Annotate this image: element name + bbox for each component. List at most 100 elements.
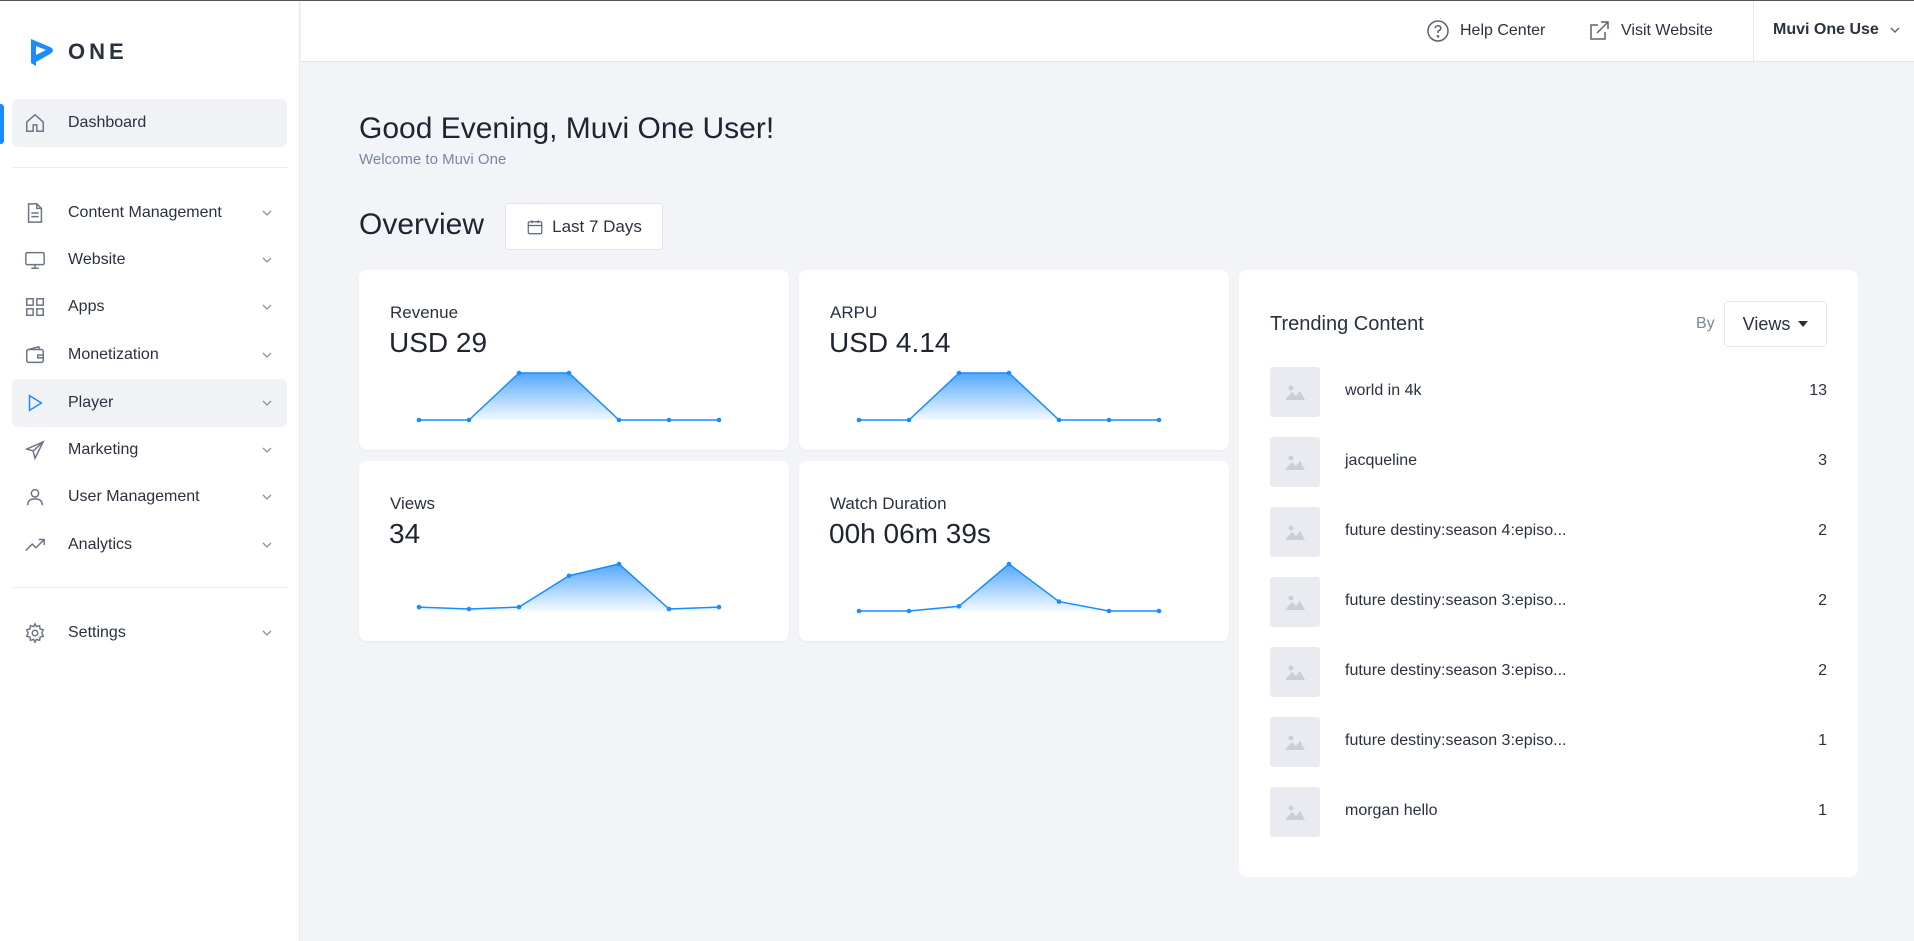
logo-mark-icon (31, 39, 53, 66)
help-center-link[interactable]: Help Center (1426, 19, 1545, 43)
sparkline-area (859, 564, 1159, 611)
sparkline-point (906, 417, 912, 423)
trending-item[interactable]: future destiny:season 3:episo... 2 (1270, 647, 1827, 697)
sparkline-point (1156, 417, 1162, 423)
sort-select[interactable]: Views (1724, 301, 1827, 347)
trending-item-name: future destiny:season 3:episo... (1345, 732, 1567, 749)
sidebar-item-marketing[interactable]: Marketing (12, 426, 287, 474)
active-indicator (0, 104, 4, 144)
sidebar-item-label: Settings (68, 624, 126, 641)
chevron-down-icon (262, 304, 272, 310)
sidebar-item-analytics[interactable]: Analytics (12, 521, 287, 569)
card-value: 00h 06m 39s (829, 518, 991, 549)
views-sparkline (416, 561, 722, 612)
sidebar-item-label: User Management (68, 488, 200, 505)
revenue-sparkline (416, 370, 722, 423)
welcome-subtitle: Welcome to Muvi One (359, 151, 507, 168)
sidebar-item-apps[interactable]: Apps (12, 283, 287, 331)
card-value: USD 29 (389, 327, 488, 358)
trending-item[interactable]: world in 4k 13 (1270, 367, 1827, 417)
brand-logo[interactable]: ONE (28, 35, 128, 69)
chevron-down-icon (262, 494, 272, 500)
watch-duration-card: Watch Duration 00h 06m 39s (799, 461, 1229, 641)
caret-down-icon (1798, 321, 1809, 327)
image-placeholder-icon (1285, 665, 1305, 680)
sparkline-point (1156, 608, 1162, 614)
user-menu[interactable]: Muvi One Use (1773, 21, 1901, 39)
gear-icon (25, 622, 45, 644)
sparkline-point (1006, 561, 1012, 567)
card-value: USD 4.14 (829, 327, 951, 358)
date-range-label: Last 7 Days (552, 216, 642, 236)
views-card: Views 34 (359, 461, 789, 641)
chevron-down-icon (262, 630, 272, 636)
trending-item-count: 1 (1818, 802, 1827, 819)
sidebar-item-user-management[interactable]: User Management (12, 473, 287, 521)
sparkline-point (466, 417, 472, 423)
sparkline-point (466, 606, 472, 612)
sparkline-point (716, 417, 722, 423)
trending-item-count: 2 (1818, 592, 1827, 609)
sidebar-item-player[interactable]: Player (12, 379, 287, 427)
date-range-button[interactable]: Last 7 Days (505, 203, 663, 250)
trending-item-name: future destiny:season 3:episo... (1345, 662, 1567, 679)
sidebar-item-settings[interactable]: Settings (12, 609, 287, 657)
visit-website-link[interactable]: Visit Website (1587, 19, 1713, 43)
trending-item[interactable]: jacqueline 3 (1270, 437, 1827, 487)
play-icon (28, 394, 43, 412)
trending-item-count: 2 (1818, 522, 1827, 539)
chevron-down-icon (262, 542, 272, 548)
trending-item[interactable]: future destiny:season 4:episo... 2 (1270, 507, 1827, 557)
trending-item-name: world in 4k (1345, 382, 1422, 399)
image-placeholder-icon (1285, 805, 1305, 820)
chevron-down-icon (262, 210, 272, 216)
watch-duration-sparkline (856, 561, 1162, 614)
trending-item-count: 2 (1818, 662, 1827, 679)
wallet-icon (26, 345, 44, 364)
sparkline-point (956, 604, 962, 609)
trending-item[interactable]: future destiny:season 3:episo... 2 (1270, 577, 1827, 627)
chevron-down-icon (262, 257, 272, 263)
sparkline-point (1006, 370, 1012, 376)
visit-website-label: Visit Website (1621, 22, 1713, 39)
sidebar-item-monetization[interactable]: Monetization (12, 331, 287, 379)
sidebar-item-website[interactable]: Website (12, 236, 287, 284)
trending-item[interactable]: morgan hello 1 (1270, 787, 1827, 837)
sidebar-item-label: Website (68, 251, 126, 268)
thumbnail-placeholder (1270, 437, 1320, 487)
sparkline-point (566, 573, 572, 579)
document-icon (27, 203, 43, 223)
card-title: Revenue (390, 303, 459, 322)
sidebar-item-dashboard[interactable]: Dashboard (12, 99, 287, 147)
image-placeholder-icon (1285, 595, 1305, 610)
sparkline-point (616, 417, 622, 423)
sparkline-point (416, 604, 422, 610)
thumbnail-placeholder (1270, 507, 1320, 557)
trending-item[interactable]: future destiny:season 3:episo... 1 (1270, 717, 1827, 767)
image-placeholder-icon (1285, 455, 1305, 470)
grid-icon (26, 298, 44, 316)
chevron-down-icon (1890, 27, 1900, 33)
sparkline-point (856, 608, 862, 614)
help-center-label: Help Center (1460, 22, 1546, 39)
page-greeting: Good Evening, Muvi One User! (359, 112, 775, 145)
sparkline-point (666, 417, 672, 423)
sparkline-point (516, 604, 522, 610)
trending-item-name: morgan hello (1345, 802, 1438, 819)
sidebar-item-label: Apps (68, 298, 105, 315)
sparkline-area (419, 373, 719, 420)
sidebar-item-content-management[interactable]: Content Management (12, 189, 287, 237)
sidebar-item-label: Monetization (68, 346, 159, 363)
overview-title: Overview (359, 208, 485, 241)
chevron-down-icon (262, 447, 272, 453)
sidebar-item-label: Analytics (68, 536, 133, 553)
chevron-down-icon (262, 352, 272, 358)
trending-title: Trending Content (1270, 313, 1424, 335)
sort-by-label: By (1696, 315, 1715, 332)
sparkline-point (616, 561, 622, 567)
trending-content-panel: Trending Content By Views world in 4k 13 j… (1239, 270, 1858, 877)
sidebar-item-label: Marketing (68, 441, 139, 458)
sidebar-item-label: Dashboard (68, 114, 147, 131)
sidebar-divider (12, 167, 288, 168)
header-divider (1753, 1, 1754, 62)
